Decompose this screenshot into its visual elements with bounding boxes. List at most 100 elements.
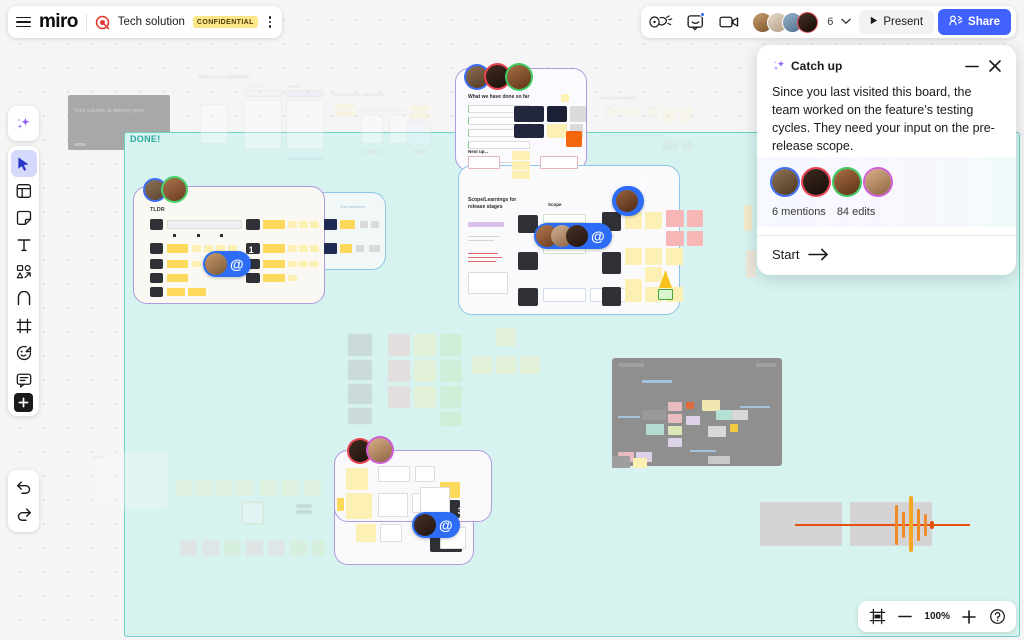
bottom-note[interactable] [380,524,402,542]
tldr-sticky[interactable] [369,245,380,252]
avatar[interactable] [368,438,392,462]
frame-tool[interactable] [11,312,37,339]
tldr-timeline[interactable] [167,220,242,229]
dark-flow-board[interactable] [612,358,782,466]
cursor-badge-tldr[interactable]: @ 1 [203,245,254,277]
tldr-sticky[interactable] [288,275,297,281]
avatar[interactable] [507,65,531,89]
tldr-sticky[interactable] [192,245,201,252]
scope-screenshot[interactable] [468,272,508,294]
avatar[interactable] [163,178,186,201]
stage-node[interactable] [602,287,621,306]
tldr-sticky[interactable] [288,245,297,252]
comment-icon[interactable] [680,9,710,35]
bottom-note[interactable] [378,493,408,517]
delivery-plan-split-content[interactable]: Delivery plan is split between [198,74,328,170]
scope-row[interactable] [543,288,586,302]
alert-sticker[interactable] [566,131,582,147]
sticky-matrix[interactable] [344,326,544,426]
bottom-sticky[interactable] [356,524,376,542]
collaborator-avatars[interactable] [748,11,819,33]
tldr-sticky[interactable] [310,261,319,267]
tldr-node[interactable] [324,243,337,254]
screenshot-card[interactable] [547,106,567,122]
tldr-node[interactable] [246,219,260,230]
bottom-left-board[interactable]: Offsite [90,452,325,564]
risk-sticky[interactable] [687,210,703,227]
tldr-sticky[interactable] [167,244,188,253]
share-button[interactable]: Share [938,9,1011,35]
delivery-plan-stages-content[interactable]: Delivery plan stages [600,95,692,163]
tldr-sticky[interactable] [192,261,201,267]
text-tool[interactable] [11,231,37,258]
tldr-node[interactable] [150,273,163,283]
board-title[interactable]: Tech solution [118,16,185,28]
tldr-sticky[interactable] [299,261,308,267]
next-up-sticky[interactable] [512,161,530,170]
hamburger-menu-icon[interactable] [16,16,31,28]
risk-sticky[interactable] [687,231,703,246]
scope-sticky[interactable] [645,212,662,229]
chevron-down-icon[interactable] [841,17,852,27]
cursor-badge-bottom[interactable]: @ 3 [412,506,463,538]
stage-label-ga[interactable] [518,288,538,306]
tldr-node[interactable] [246,273,260,283]
avatar[interactable] [772,169,798,195]
fit-to-screen-icon[interactable] [864,604,890,629]
tldr-sticky[interactable] [167,274,188,282]
tldr-node[interactable] [150,259,163,269]
done-item[interactable] [468,141,530,149]
avatar[interactable] [865,169,891,195]
shapes-tool[interactable] [11,258,37,285]
present-button[interactable]: Present [859,10,935,34]
scope-sticky[interactable] [645,267,662,282]
catch-up-avatars[interactable] [757,155,1016,195]
cursor-badge-mentions[interactable]: @ [534,223,612,249]
avatar[interactable] [803,169,829,195]
zoom-in-button[interactable] [956,604,982,629]
tldr-sticky[interactable] [340,220,355,229]
scope-sticky[interactable] [645,248,662,265]
scope-legend[interactable] [468,222,504,227]
bottom-note[interactable] [378,466,410,482]
tldr-sticky[interactable] [299,221,308,228]
checklist-sticker[interactable] [658,289,673,300]
comment-tool[interactable] [11,366,37,393]
tldr-sticky[interactable] [288,221,297,228]
tldr-sticky[interactable] [263,260,285,268]
reactions-tool[interactable] [11,339,37,366]
scope-row[interactable] [543,214,586,223]
screenshot-card[interactable] [514,124,544,138]
board-menu-icon[interactable] [266,16,275,28]
tldr-sticky[interactable] [360,221,368,228]
next-up-sticky[interactable] [512,151,530,160]
tldr-sticky[interactable] [263,244,285,253]
scope-sticky[interactable] [625,248,642,265]
tldr-sticky[interactable] [371,221,379,228]
cursor-badge-scope[interactable]: 3 [612,181,644,216]
next-up-note[interactable] [540,156,578,169]
redo-icon[interactable] [11,501,37,528]
bottom-note[interactable] [415,466,435,482]
tldr-node[interactable] [150,219,163,230]
tldr-sticky[interactable] [310,221,319,228]
close-icon[interactable] [988,59,1002,73]
screenshot-card[interactable] [570,106,586,122]
minimize-icon[interactable] [965,65,979,68]
next-up-input[interactable] [468,156,500,169]
next-up-sticky[interactable] [512,171,530,179]
avatar-current-user[interactable] [797,11,819,33]
bottom-sticky[interactable] [337,498,344,511]
risk-sticky[interactable] [666,231,684,246]
connection-line-tool[interactable] [11,285,37,312]
dark-board-footer-card[interactable] [612,456,630,468]
screenshot-card[interactable] [514,106,544,122]
zoom-level[interactable]: 100% [920,611,954,622]
risk-sticky[interactable] [666,210,684,227]
bottom-sticky[interactable] [346,468,368,490]
sticky-note[interactable] [561,94,569,102]
video-chat-icon[interactable] [714,9,744,35]
tldr-sticky[interactable] [188,288,206,296]
bottom-sticky[interactable] [346,493,372,519]
tldr-sticky[interactable] [167,260,188,268]
